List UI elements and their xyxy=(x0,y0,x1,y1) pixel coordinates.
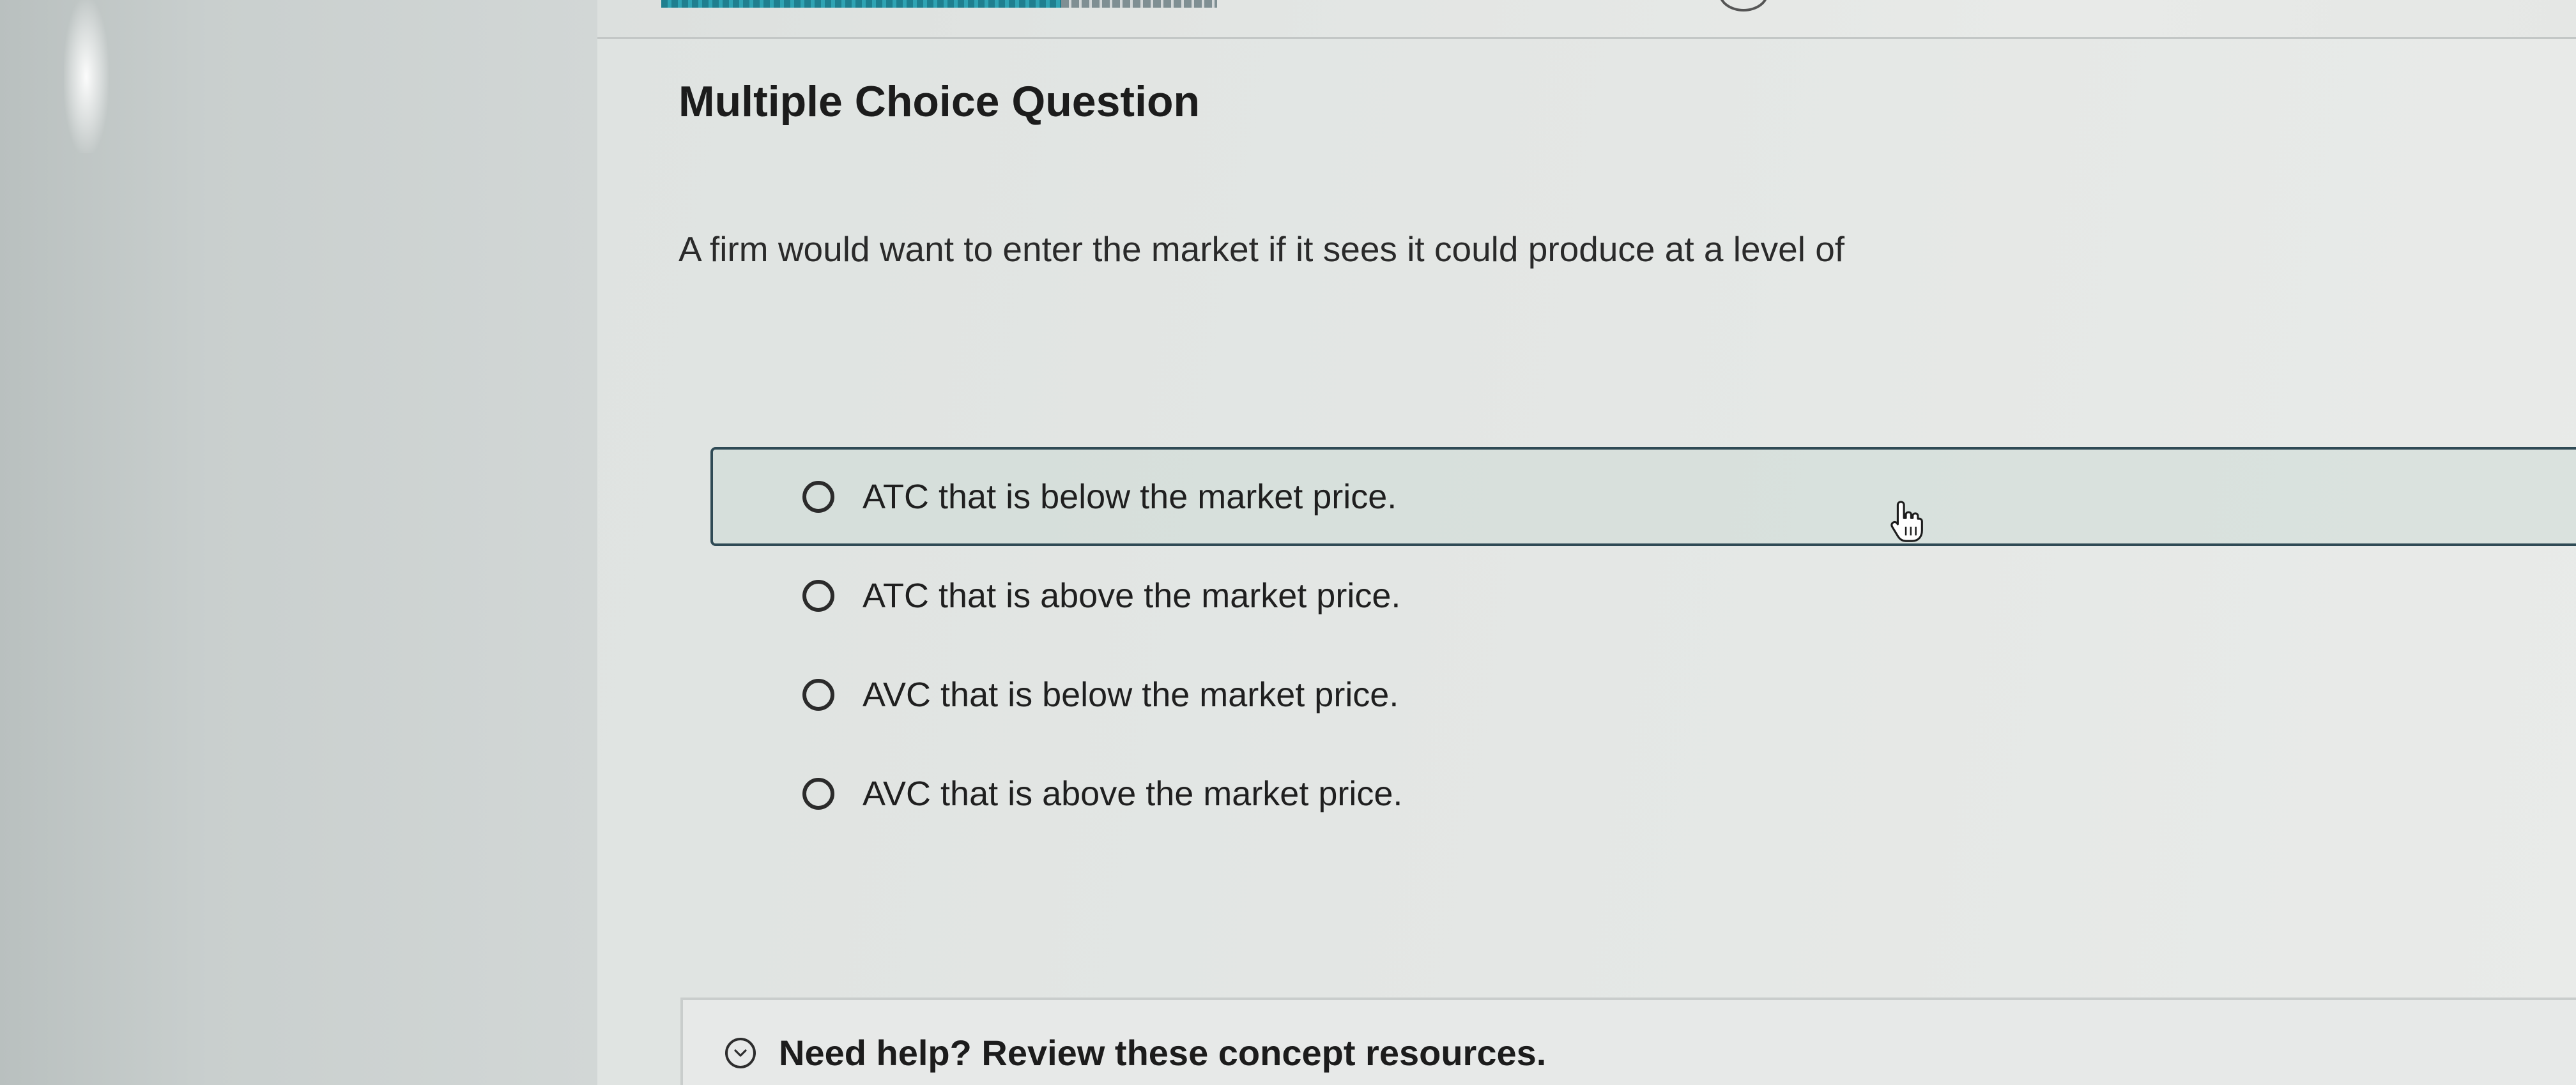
answer-option-label: ATC that is below the market price. xyxy=(862,477,1397,516)
progress-bar-fill xyxy=(661,0,1062,8)
question-text: A firm would want to enter the market if… xyxy=(678,229,1845,269)
radio-button[interactable] xyxy=(802,579,834,612)
radio-button[interactable] xyxy=(802,777,834,810)
answer-option[interactable]: AVC that is above the market price. xyxy=(710,744,2576,843)
help-link-text[interactable]: Need help? Review these concept resource… xyxy=(779,1032,1546,1074)
help-toggle[interactable]: Need help? Review these concept resource… xyxy=(725,1032,1546,1074)
progress-bar-remaining xyxy=(1061,0,1217,8)
help-panel: Need help? Review these concept resource… xyxy=(680,998,2576,1085)
progress-bar xyxy=(661,0,1217,8)
radio-button[interactable] xyxy=(802,480,834,513)
answer-option[interactable]: ATC that is below the market price. xyxy=(710,447,2576,546)
page-title: Multiple Choice Question xyxy=(678,77,1200,126)
chevron-down-circle-icon[interactable] xyxy=(725,1037,756,1068)
top-divider xyxy=(597,37,2576,39)
top-circle-icon[interactable] xyxy=(1719,0,1768,11)
answer-option[interactable]: AVC that is below the market price. xyxy=(710,645,2576,744)
answer-options: ATC that is below the market price. ATC … xyxy=(710,447,2576,843)
hand-pointer-icon xyxy=(1890,501,1923,542)
answer-option-label: AVC that is above the market price. xyxy=(862,774,1403,813)
answer-option-label: ATC that is above the market price. xyxy=(862,576,1401,615)
left-margin xyxy=(0,0,597,1085)
answer-option[interactable]: ATC that is above the market price. xyxy=(710,546,2576,645)
screen-glare xyxy=(64,0,109,153)
answer-option-label: AVC that is below the market price. xyxy=(862,675,1399,714)
radio-button[interactable] xyxy=(802,678,834,711)
